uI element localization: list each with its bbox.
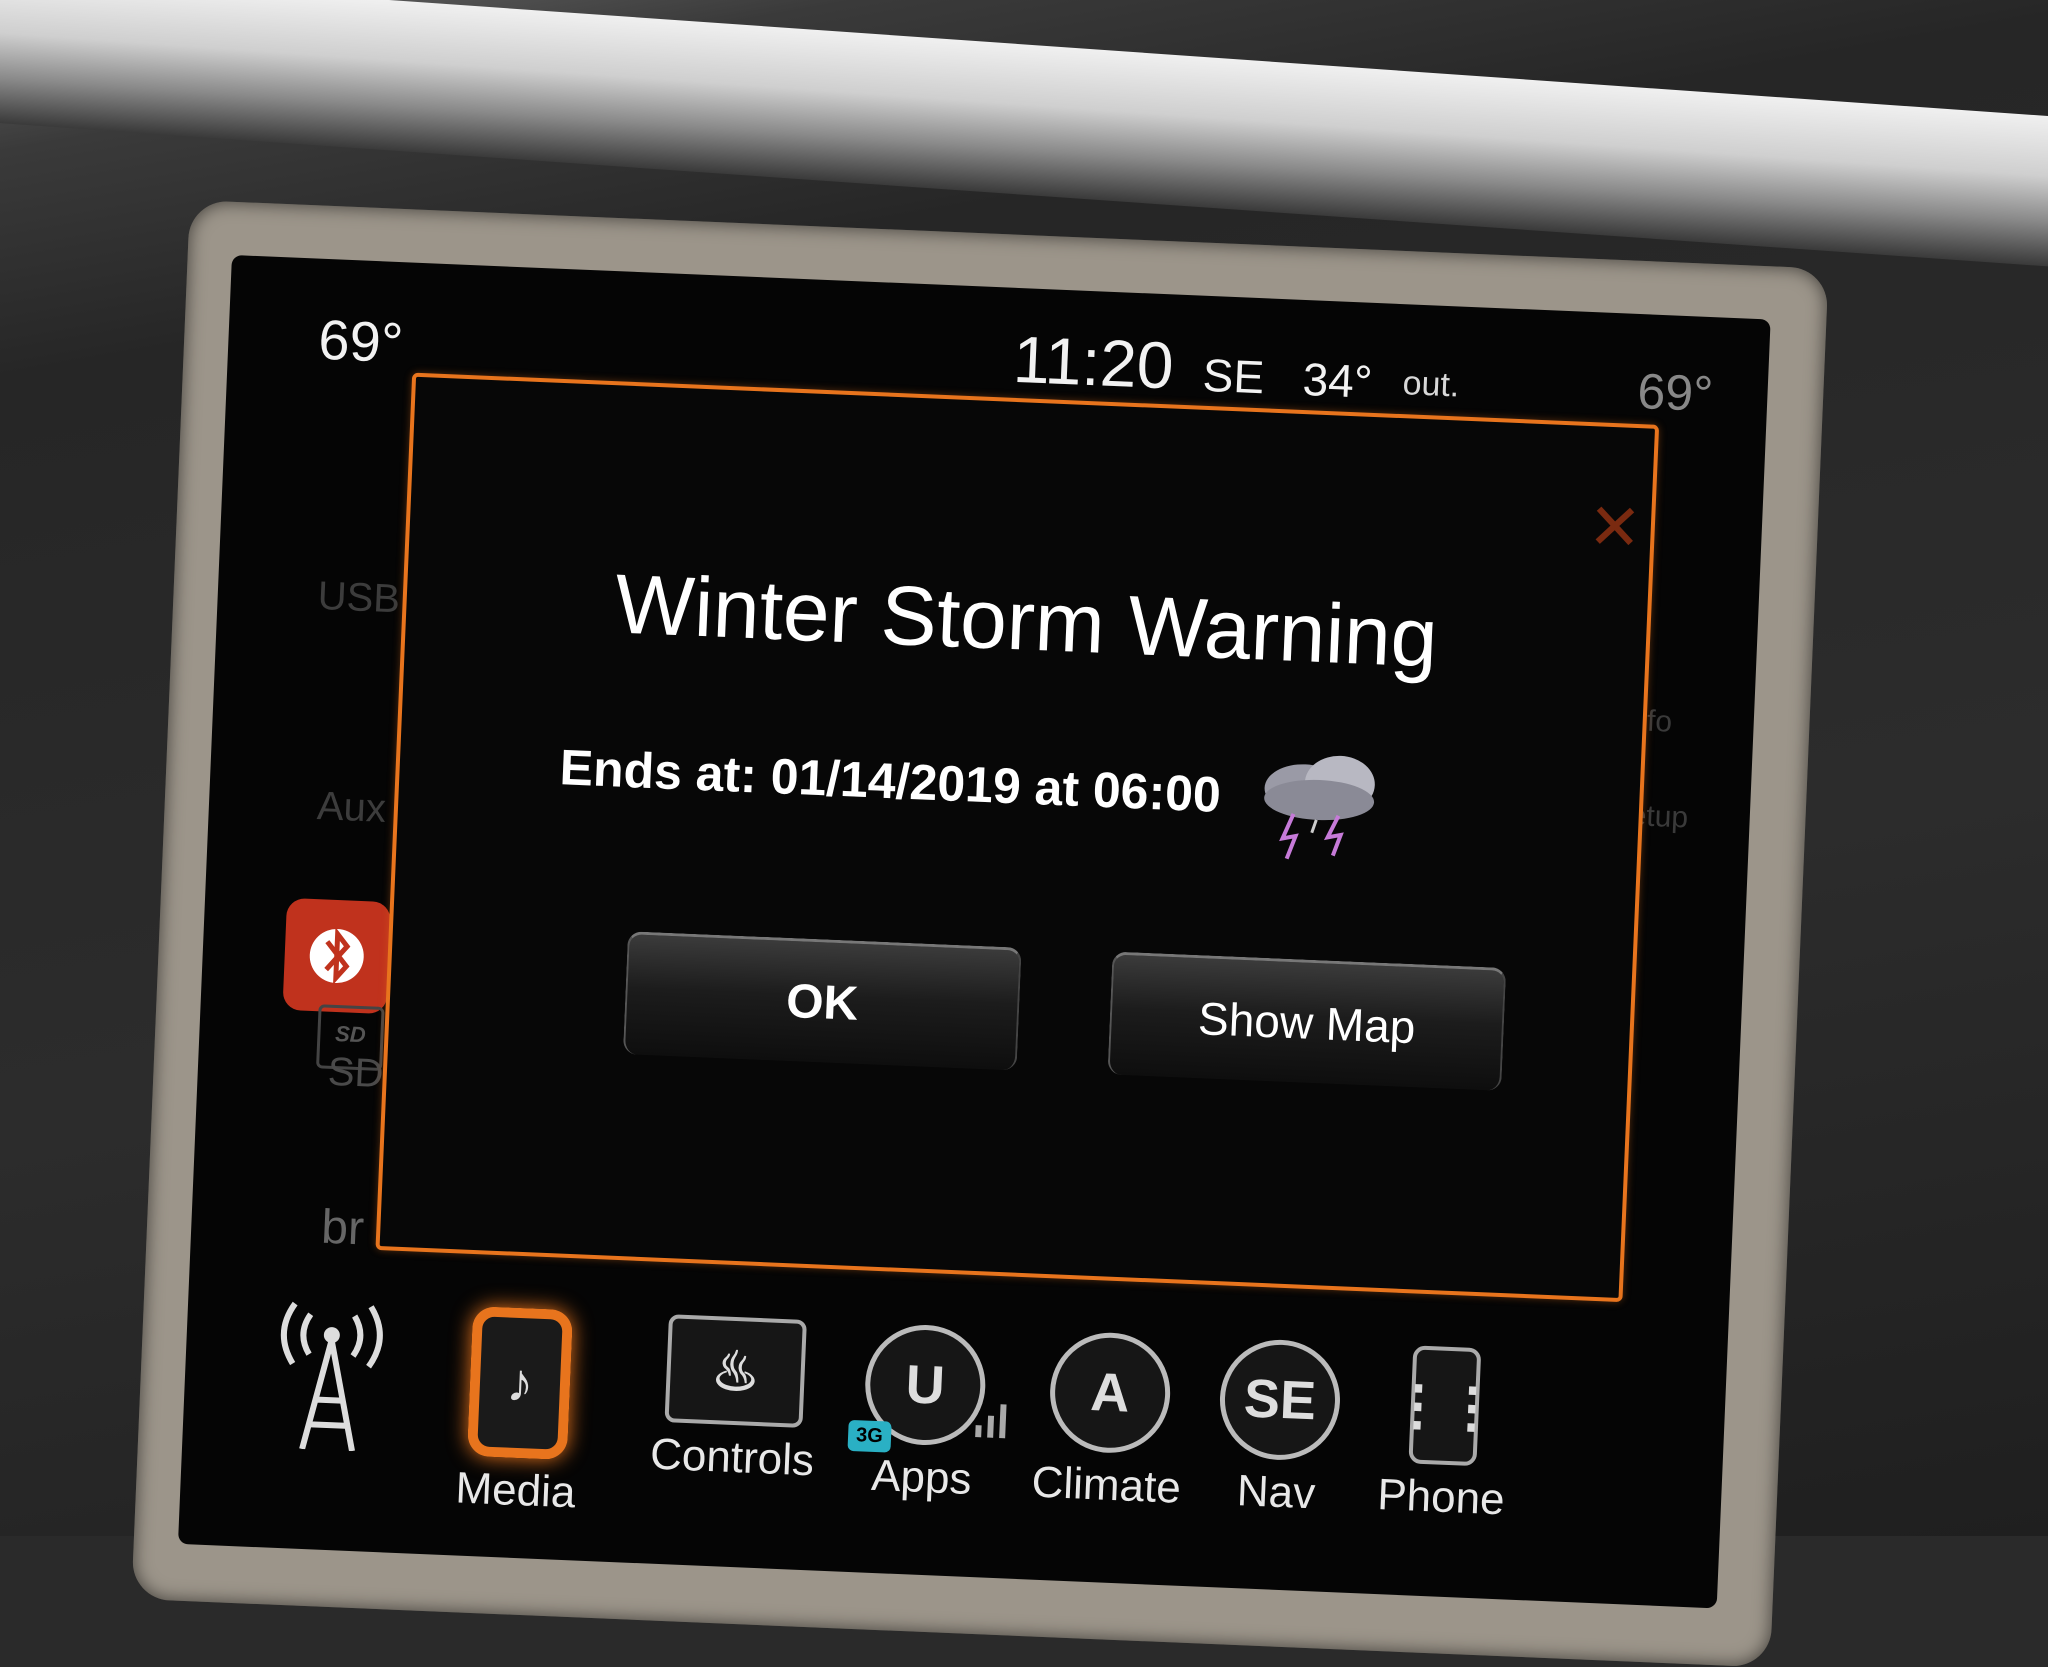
nav-item-phone[interactable]: ⋮⋮ Phone bbox=[1355, 1343, 1532, 1526]
compass-icon: SE bbox=[1217, 1337, 1343, 1463]
nav-label-nav: Nav bbox=[1235, 1466, 1317, 1519]
seat-icon: ♨ bbox=[664, 1314, 807, 1428]
outside-temperature: 34° bbox=[1301, 352, 1374, 408]
nav-item-media[interactable]: ♪ Media bbox=[430, 1305, 609, 1520]
network-3g-badge: 3G bbox=[847, 1419, 892, 1453]
nav-label-climate: Climate bbox=[1030, 1457, 1182, 1513]
sidebar-item-aux[interactable]: Aux bbox=[316, 784, 387, 832]
climate-icon: A bbox=[1047, 1330, 1173, 1456]
driver-temperature[interactable]: 69° bbox=[317, 307, 404, 375]
thunderstorm-icon bbox=[1264, 755, 1375, 860]
bluetooth-icon bbox=[309, 927, 364, 985]
ok-button[interactable]: OK bbox=[622, 931, 1022, 1071]
alert-title: Winter Storm Warning bbox=[613, 556, 1440, 685]
close-icon[interactable]: ✕ bbox=[1584, 490, 1646, 564]
radio-tower-icon bbox=[280, 1301, 383, 1452]
nav-item-nav[interactable]: SE Nav bbox=[1190, 1336, 1367, 1521]
alert-end-time: Ends at: 01/14/2019 at 06:00 bbox=[558, 739, 1222, 823]
sidebar-item-browse[interactable]: br bbox=[320, 1200, 365, 1257]
nav-label-apps: Apps bbox=[870, 1450, 973, 1505]
nav-item-climate[interactable]: A Climate bbox=[1020, 1329, 1197, 1514]
nav-label-controls: Controls bbox=[649, 1429, 815, 1486]
outside-label: out. bbox=[1401, 364, 1461, 405]
passenger-temperature[interactable]: 69° bbox=[1636, 362, 1714, 423]
nav-item-radio[interactable] bbox=[242, 1297, 418, 1459]
nav-item-apps[interactable]: U 3G Apps bbox=[835, 1322, 1012, 1507]
weather-alert-dialog: ✕ Winter Storm Warning Ends at: 01/14/20… bbox=[375, 372, 1660, 1303]
music-note-icon: ♪ bbox=[466, 1306, 574, 1461]
signal-strength-icon bbox=[975, 1404, 1007, 1439]
phone-icon: ⋮⋮ bbox=[1390, 1345, 1500, 1467]
show-map-button[interactable]: Show Map bbox=[1107, 951, 1507, 1091]
compass-heading: SE bbox=[1201, 348, 1266, 404]
car-dashboard: 69° 11:20 SE 34° out. 69° USB Aux SD SD … bbox=[0, 0, 2048, 1667]
nav-label-media: Media bbox=[454, 1463, 577, 1518]
nav-label-phone: Phone bbox=[1376, 1470, 1506, 1525]
sidebar-item-sd[interactable]: SD bbox=[327, 1050, 384, 1097]
nav-item-controls[interactable]: ♨ Controls bbox=[646, 1314, 823, 1487]
sidebar-item-bluetooth[interactable] bbox=[282, 897, 392, 1015]
clock: 11:20 bbox=[1011, 321, 1176, 403]
infotainment-screen: 69° 11:20 SE 34° out. 69° USB Aux SD SD … bbox=[177, 255, 1771, 1609]
sidebar-item-usb[interactable]: USB bbox=[317, 574, 401, 622]
